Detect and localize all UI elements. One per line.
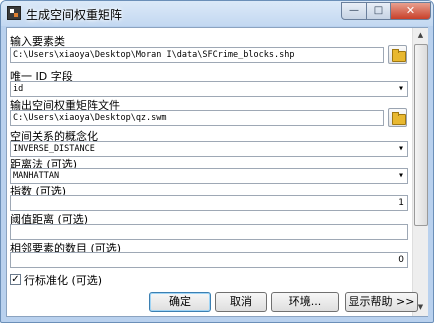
row-standardization-checkbox[interactable]: ✓ [10,274,21,285]
row-standardization-label: 行标准化 (可选) [24,274,103,287]
scroll-up-icon[interactable]: ▲ [413,28,428,43]
distance-method-value: MANHATTAN [13,171,60,181]
maximize-button[interactable]: □ [366,2,391,20]
unique-id-dropdown[interactable]: id [10,81,408,97]
show-help-button[interactable]: 显示帮助 >> [345,292,418,312]
browse-output-folder-icon[interactable] [388,108,407,127]
tool-dialog-window: 生成空间权重矩阵 — □ ✕ 输入要素类 C:\Users\xiaoya\Des… [0,0,434,323]
cancel-button[interactable]: 取消 [215,292,267,312]
parameters-panel: 输入要素类 C:\Users\xiaoya\Desktop\Moran I\da… [6,27,428,317]
conceptualization-dropdown[interactable]: INVERSE_DISTANCE [10,141,408,157]
num-neighbors-input[interactable]: 0 [10,252,408,268]
close-button[interactable]: ✕ [390,2,431,20]
conceptualization-value: INVERSE_DISTANCE [13,144,95,154]
title-bar[interactable]: 生成空间权重矩阵 — □ ✕ [1,1,433,26]
exponent-input[interactable]: 1 [10,195,408,211]
window-title: 生成空间权重矩阵 [26,8,123,22]
minimize-button[interactable]: — [341,2,367,20]
scroll-thumb[interactable] [414,44,428,226]
browse-input-folder-icon[interactable] [388,45,407,64]
unique-id-value: id [13,84,24,94]
vertical-scrollbar[interactable]: ▲ ▼ [412,28,428,316]
ok-button[interactable]: 确定 [149,292,211,312]
input-features-field[interactable]: C:\Users\xiaoya\Desktop\Moran I\data\SFC… [10,47,384,63]
distance-method-dropdown[interactable]: MANHATTAN [10,168,408,184]
environments-button[interactable]: 环境... [271,292,339,312]
threshold-distance-input[interactable] [10,224,408,240]
toolbox-icon [7,6,21,20]
output-swm-field[interactable]: C:\Users\xiaoya\Desktop\qz.swm [10,110,384,126]
